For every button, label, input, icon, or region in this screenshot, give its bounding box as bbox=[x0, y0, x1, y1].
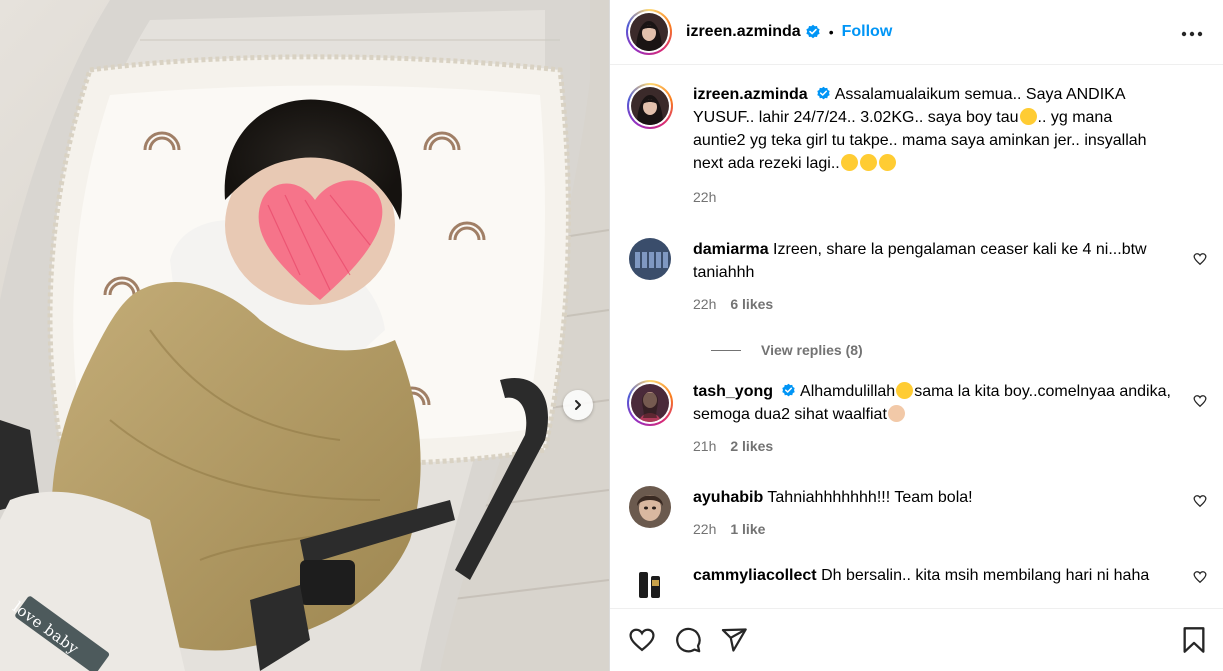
comment-text: Tahniahhhhhhh!!! Team bola! bbox=[767, 489, 973, 506]
post-photo bbox=[0, 0, 609, 671]
more-icon bbox=[1181, 31, 1203, 36]
like-comment-heart-icon[interactable] bbox=[1193, 570, 1207, 584]
next-photo-button[interactable] bbox=[563, 390, 593, 420]
author-username[interactable]: izreen.azminda bbox=[686, 23, 801, 41]
post-details-panel: izreen.azminda • Follow izreen.azminda A… bbox=[609, 0, 1223, 671]
post-caption: izreen.azminda Assalamualaikum semua.. S… bbox=[626, 83, 1207, 209]
comment-button[interactable] bbox=[674, 626, 702, 654]
header-separator: • bbox=[828, 24, 834, 40]
comment-likes[interactable]: 2 likes bbox=[730, 435, 773, 458]
comment-text: Dh bersalin.. kita msih membilang hari n… bbox=[821, 567, 1150, 584]
share-button[interactable] bbox=[720, 626, 748, 654]
comment-timestamp[interactable]: 21h bbox=[693, 435, 716, 458]
commenter-avatar[interactable] bbox=[627, 380, 673, 426]
comment-item: damiarma Izreen, share la pengalaman cea… bbox=[626, 238, 1207, 316]
chevron-right-icon bbox=[575, 400, 581, 410]
heart-icon bbox=[629, 628, 655, 652]
palms-up-emoji-icon bbox=[887, 405, 905, 422]
commenter-avatar-image bbox=[629, 486, 671, 528]
smiling-hearts-emoji-icon bbox=[878, 154, 896, 171]
comment-item: ayuhabib Tahniahhhhhhh!!! Team bola! 22h… bbox=[626, 486, 1207, 541]
caption-username[interactable]: izreen.azminda bbox=[693, 86, 808, 103]
comment-username[interactable]: damiarma bbox=[693, 241, 769, 258]
author-avatar[interactable] bbox=[626, 9, 672, 55]
smiling-hearts-emoji-icon bbox=[859, 154, 877, 171]
post-media[interactable]: love baby bbox=[0, 0, 609, 671]
commenter-avatar-image bbox=[631, 384, 669, 422]
smirk-emoji-icon bbox=[1019, 108, 1037, 125]
comment-icon bbox=[676, 627, 701, 653]
share-icon bbox=[721, 628, 747, 652]
star-struck-emoji-icon bbox=[896, 382, 914, 399]
view-replies-button[interactable]: View replies (8) bbox=[711, 342, 1207, 358]
comment-likes[interactable]: 6 likes bbox=[730, 293, 773, 316]
post-header: izreen.azminda • Follow bbox=[610, 0, 1223, 65]
follow-button[interactable]: Follow bbox=[842, 23, 893, 41]
comments-list[interactable]: izreen.azminda Assalamualaikum semua.. S… bbox=[610, 65, 1223, 608]
smiling-hearts-emoji-icon bbox=[840, 154, 858, 171]
verified-icon bbox=[806, 24, 820, 39]
bookmark-icon bbox=[1183, 627, 1205, 653]
comment-timestamp[interactable]: 22h bbox=[693, 293, 716, 316]
replies-divider bbox=[711, 349, 741, 351]
like-comment-heart-icon[interactable] bbox=[1193, 394, 1207, 408]
comment-likes[interactable]: 1 like bbox=[730, 518, 765, 541]
more-options-button[interactable] bbox=[1177, 20, 1207, 45]
view-replies-label: View replies (8) bbox=[761, 342, 863, 358]
commenter-avatar[interactable] bbox=[629, 564, 671, 606]
comment-text: Alhamdulillah bbox=[800, 383, 896, 400]
commenter-avatar[interactable] bbox=[629, 238, 671, 280]
commenter-avatar[interactable] bbox=[629, 486, 671, 528]
comment-username[interactable]: cammyliacollect bbox=[693, 567, 817, 584]
comment-username[interactable]: tash_yong bbox=[693, 383, 773, 400]
author-avatar-image bbox=[630, 13, 668, 51]
commenter-avatar-image bbox=[629, 238, 671, 280]
caption-timestamp[interactable]: 22h bbox=[693, 186, 716, 209]
comment-item: tash_yong Alhamdulillah sama la kita boy.… bbox=[626, 380, 1207, 458]
verified-icon bbox=[817, 86, 830, 100]
caption-avatar-image bbox=[631, 87, 669, 125]
like-comment-heart-icon[interactable] bbox=[1193, 494, 1207, 508]
verified-icon bbox=[782, 383, 796, 397]
caption-author-avatar[interactable] bbox=[627, 83, 673, 129]
comment-item: cammyliacollect Dh bersalin.. kita msih … bbox=[626, 564, 1207, 606]
post-action-bar bbox=[610, 608, 1223, 671]
comment-timestamp[interactable]: 22h bbox=[693, 518, 716, 541]
comment-username[interactable]: ayuhabib bbox=[693, 489, 763, 506]
commenter-avatar-image bbox=[629, 564, 671, 606]
save-button[interactable] bbox=[1181, 626, 1207, 654]
instagram-post-view: love baby izreen.azminda • Follow izreen… bbox=[0, 0, 1223, 671]
like-button[interactable] bbox=[628, 626, 656, 654]
like-comment-heart-icon[interactable] bbox=[1193, 252, 1207, 266]
